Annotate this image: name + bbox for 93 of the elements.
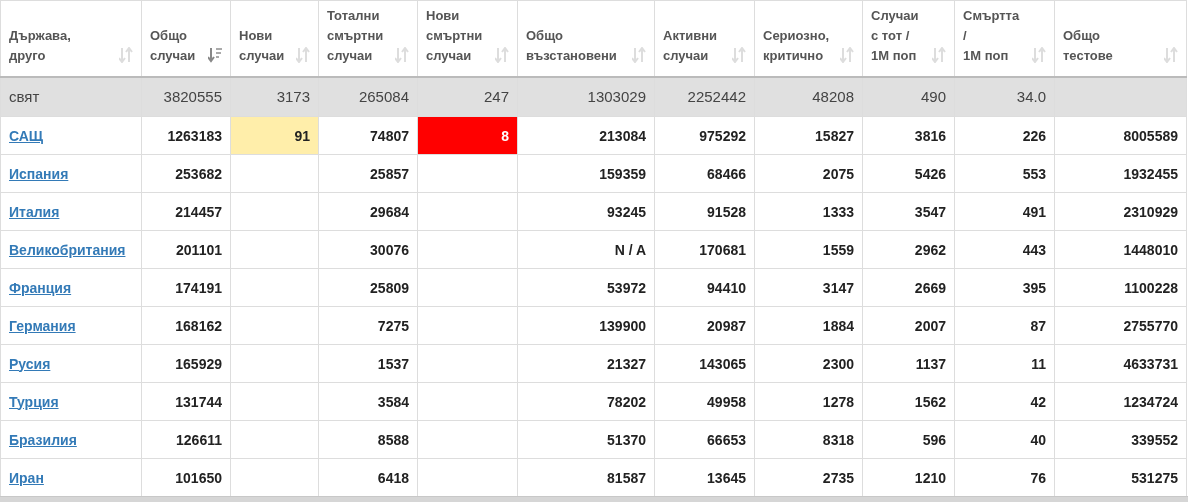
table-cell: 8: [417, 116, 518, 155]
table-cell: 443: [954, 230, 1055, 269]
table-cell: 1100228: [1054, 268, 1187, 307]
table-cell: 1562: [862, 382, 955, 421]
country-link[interactable]: Турция: [9, 393, 59, 410]
table-cell: 491: [954, 192, 1055, 231]
table-cell: N / A: [517, 230, 655, 269]
table-cell: 5426: [862, 154, 955, 193]
table-cell: 1263183: [141, 116, 231, 155]
table-cell: 30076: [318, 230, 418, 269]
table-cell: 3147: [754, 268, 863, 307]
table-cell: 226: [954, 116, 1055, 155]
table-cell: 2669: [862, 268, 955, 307]
table-cell: 201101: [141, 230, 231, 269]
table-cell: 126611: [141, 420, 231, 459]
table-cell: 168162: [141, 306, 231, 345]
table-cell: 2755770: [1054, 306, 1187, 345]
table-cell: 8318: [754, 420, 863, 459]
table-cell: 93245: [517, 192, 655, 231]
table-cell: 91: [230, 116, 319, 155]
table-cell: 131744: [141, 382, 231, 421]
table-cell: 1137: [862, 344, 955, 383]
table-cell: 2075: [754, 154, 863, 193]
table-cell: 3173: [230, 76, 319, 117]
table-cell: 339552: [1054, 420, 1187, 459]
table-cell: 1448010: [1054, 230, 1187, 269]
table-cell: 3584: [318, 382, 418, 421]
table-cell: 139900: [517, 306, 655, 345]
table-cell: 2962: [862, 230, 955, 269]
table-cell: 553: [954, 154, 1055, 193]
table-cell: 42: [954, 382, 1055, 421]
table-cell: 214457: [141, 192, 231, 231]
table-cell: 8588: [318, 420, 418, 459]
table-cell: 1303029: [517, 76, 655, 117]
table-cell: 25809: [318, 268, 418, 307]
table-cell: 51370: [517, 420, 655, 459]
table-cell: 34.0: [954, 76, 1055, 117]
table-cell: 159359: [517, 154, 655, 193]
table-cell: 143065: [654, 344, 755, 383]
table-cell: 91528: [654, 192, 755, 231]
table-cell: 1333: [754, 192, 863, 231]
table-cell: 53972: [517, 268, 655, 307]
table-cell: 20987: [654, 306, 755, 345]
table-cell: 49958: [654, 382, 755, 421]
country-link[interactable]: Иран: [9, 469, 44, 486]
table-cell: свят: [0, 76, 142, 117]
table-cell: 1559: [754, 230, 863, 269]
country-link[interactable]: Франция: [9, 279, 72, 296]
table-cell: 170681: [654, 230, 755, 269]
table-cell: 11: [954, 344, 1055, 383]
table-cell: 2007: [862, 306, 955, 345]
table-cell: 1932455: [1054, 154, 1187, 193]
table-cell: 596: [862, 420, 955, 459]
table-cell: 213084: [517, 116, 655, 155]
country-link[interactable]: Русия: [9, 355, 51, 372]
table-cell: 247: [417, 76, 518, 117]
table-cell: 8005589: [1054, 116, 1187, 155]
table-cell: 490: [862, 76, 955, 117]
table-cell: 2252442: [654, 76, 755, 117]
sort-icon[interactable]: [208, 46, 222, 63]
table-cell: 3820555: [141, 76, 231, 117]
table-cell: 21327: [517, 344, 655, 383]
country-link[interactable]: Испания: [9, 165, 69, 182]
table-cell: 48208: [754, 76, 863, 117]
horizontal-scrollbar[interactable]: [0, 496, 1188, 502]
table-cell: 78202: [517, 382, 655, 421]
table-cell: 15827: [754, 116, 863, 155]
table-cell: 3547: [862, 192, 955, 231]
table-cell: 7275: [318, 306, 418, 345]
table-cell: 29684: [318, 192, 418, 231]
table-cell: 265084: [318, 76, 418, 117]
country-link[interactable]: Италия: [9, 203, 60, 220]
table-cell: 68466: [654, 154, 755, 193]
table-cell: 94410: [654, 268, 755, 307]
table-cell: 2310929: [1054, 192, 1187, 231]
table-cell: 1884: [754, 306, 863, 345]
table-cell: 395: [954, 268, 1055, 307]
table-cell: 253682: [141, 154, 231, 193]
table-cell: 3816: [862, 116, 955, 155]
table-cell: 165929: [141, 344, 231, 383]
table-cell: 174191: [141, 268, 231, 307]
table-cell: 25857: [318, 154, 418, 193]
table-cell: 40: [954, 420, 1055, 459]
table-cell: 1234724: [1054, 382, 1187, 421]
table-cell: 66653: [654, 420, 755, 459]
table-cell: 87: [954, 306, 1055, 345]
table-cell: 1537: [318, 344, 418, 383]
table-cell: 975292: [654, 116, 755, 155]
country-link[interactable]: САЩ: [9, 127, 44, 144]
table-cell: 2300: [754, 344, 863, 383]
table-cell: 1278: [754, 382, 863, 421]
table-cell: 4633731: [1054, 344, 1187, 383]
table-cell: 74807: [318, 116, 418, 155]
